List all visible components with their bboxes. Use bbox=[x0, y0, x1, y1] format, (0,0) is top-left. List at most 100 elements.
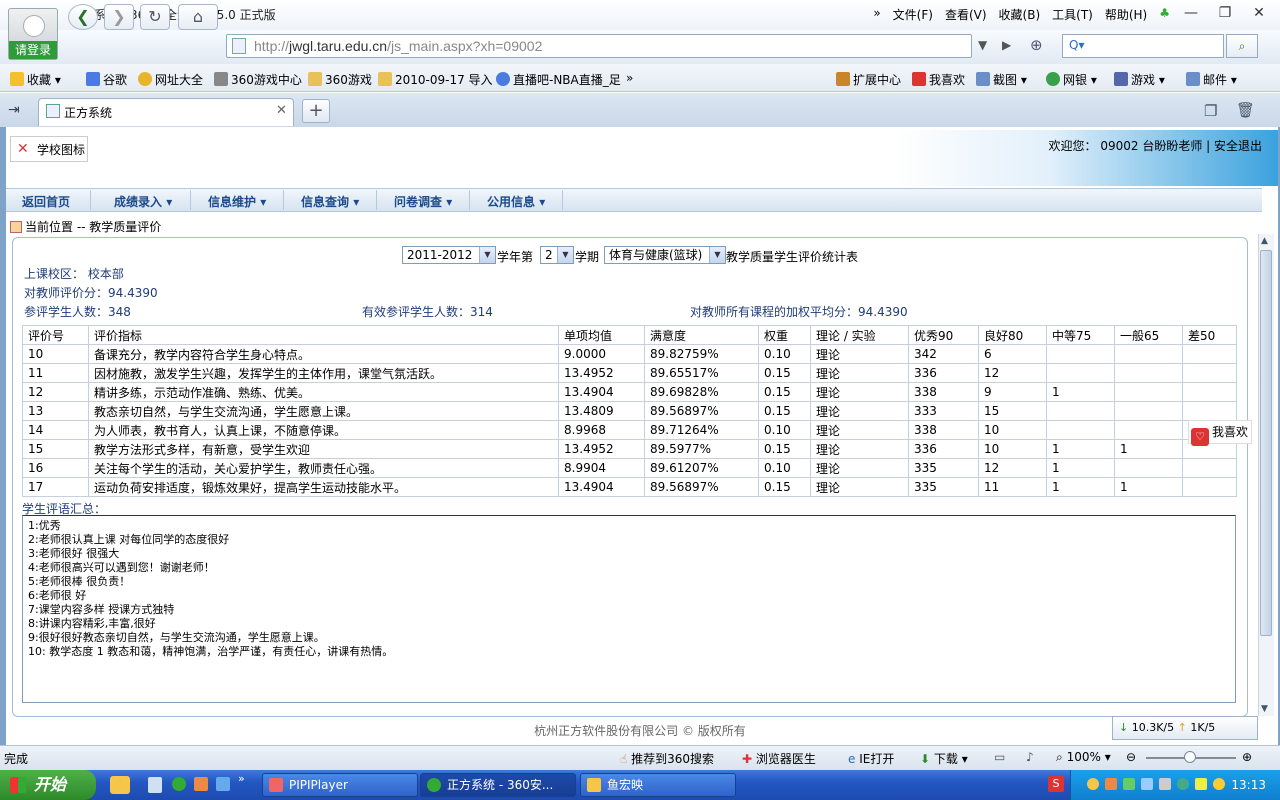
home-icon[interactable]: ⌂ bbox=[178, 4, 218, 30]
tray-icon[interactable] bbox=[1105, 778, 1117, 790]
quicklaunch-icon[interactable] bbox=[216, 777, 230, 791]
like-button[interactable]: 我喜欢 bbox=[912, 71, 965, 88]
course-select[interactable]: 体育与健康(篮球) ▼ bbox=[604, 246, 726, 264]
open-in-ie[interactable]: e IE打开 bbox=[848, 750, 894, 767]
url-dropdown-icon[interactable]: ▼ bbox=[978, 38, 987, 52]
screenshot-button[interactable]: 截图 ▾ bbox=[976, 71, 1027, 88]
zoom-slider-handle[interactable] bbox=[1184, 751, 1196, 763]
taskbar-item-active[interactable]: 正方系统 - 360安... bbox=[420, 773, 576, 797]
quicklaunch-icon[interactable] bbox=[110, 776, 130, 794]
favorites-menu[interactable]: 收藏 ▾ bbox=[10, 71, 61, 88]
volume-icon[interactable]: ♪ bbox=[1026, 750, 1034, 764]
comments-textarea[interactable]: 1:优秀 2:老师很认真上课 对每位同学的态度很好 3:老师很好 很强大 4:老师很高… bbox=[22, 515, 1236, 703]
mail-button[interactable]: 邮件 ▾ bbox=[1186, 71, 1237, 88]
zoom-out-icon[interactable]: ⊖ bbox=[1126, 750, 1136, 764]
menu-help[interactable]: 帮助(H) bbox=[1105, 6, 1147, 23]
fav-zhibo8[interactable]: 直播吧-NBA直播_足 bbox=[496, 71, 621, 88]
tray-icon[interactable] bbox=[1087, 778, 1099, 790]
report-title: 教学质量学生评价统计表 bbox=[726, 250, 859, 264]
scrollbar-thumb[interactable] bbox=[1260, 250, 1272, 636]
close-icon[interactable]: ✕ bbox=[1242, 2, 1276, 24]
table-cell: 9 bbox=[978, 382, 1047, 402]
search-input[interactable]: Q▾ bbox=[1062, 34, 1224, 58]
download-arrow-icon: ↓ bbox=[1119, 721, 1129, 734]
taskbar-item[interactable]: PIPIPlayer bbox=[262, 773, 418, 797]
user-avatar[interactable]: 请登录 bbox=[8, 8, 58, 60]
minimize-icon[interactable]: — bbox=[1174, 2, 1208, 24]
zoom-in-icon[interactable]: ⊕ bbox=[1242, 750, 1252, 764]
forward-icon[interactable]: ❯ bbox=[104, 4, 134, 30]
scroll-down-icon[interactable]: ▼ bbox=[1261, 704, 1268, 714]
games-button[interactable]: 游戏 ▾ bbox=[1114, 71, 1165, 88]
tray-icon[interactable] bbox=[1159, 778, 1171, 790]
term-select[interactable]: 2 ▼ bbox=[540, 246, 574, 264]
chevron-down-icon: ▼ bbox=[709, 247, 725, 263]
fav-google[interactable]: 谷歌 bbox=[86, 71, 127, 88]
skin-icon[interactable]: ♣ bbox=[1159, 6, 1170, 23]
tray-icon[interactable] bbox=[1177, 778, 1189, 790]
fav-360-games-center[interactable]: 360游戏中心 bbox=[214, 71, 302, 88]
menu-favorites[interactable]: 收藏(B) bbox=[999, 6, 1041, 23]
favorites-more-icon[interactable]: » bbox=[626, 71, 633, 85]
quicklaunch-more-icon[interactable]: » bbox=[238, 772, 245, 785]
menu-tools[interactable]: 工具(T) bbox=[1052, 6, 1093, 23]
ext-center-button[interactable]: 扩展中心 bbox=[836, 71, 901, 88]
table-cell bbox=[1046, 401, 1115, 421]
menu-view[interactable]: 查看(V) bbox=[945, 6, 987, 23]
table-cell: 8.9904 bbox=[558, 458, 645, 478]
new-tab-icon[interactable]: + bbox=[302, 99, 330, 123]
tab-label[interactable]: 正方系统 bbox=[64, 104, 112, 121]
back-icon[interactable]: ❮ bbox=[68, 4, 98, 30]
fav-folder-import[interactable]: 2010-09-17 导入 bbox=[378, 71, 493, 88]
search-icon[interactable]: ⌕ bbox=[1226, 34, 1258, 58]
nav-info-query[interactable]: 信息查询 ▾ bbox=[301, 193, 359, 210]
nav-public-info[interactable]: 公用信息 ▾ bbox=[487, 193, 545, 210]
input-method-icon[interactable]: S bbox=[1048, 776, 1064, 792]
menu-more-icon[interactable]: » bbox=[873, 6, 880, 23]
start-button[interactable]: 开始 bbox=[0, 770, 96, 800]
tray-icon[interactable] bbox=[1123, 778, 1135, 790]
tab-close-icon[interactable]: ✕ bbox=[276, 103, 287, 118]
scroll-up-icon[interactable]: ▲ bbox=[1261, 236, 1268, 246]
quicklaunch-icon[interactable] bbox=[172, 777, 186, 791]
table-cell bbox=[1046, 420, 1115, 440]
tray-icon[interactable] bbox=[1213, 778, 1225, 790]
table-row: 14 为人师表，教书育人，认真上课，不随意停课。 8.9968 89.71264% 0.… bbox=[22, 420, 1237, 440]
table-cell: 1 bbox=[1046, 382, 1115, 402]
login-button[interactable]: 请登录 bbox=[9, 41, 57, 59]
year-select[interactable]: 2011-2012 ▼ bbox=[402, 246, 496, 264]
nav-survey[interactable]: 问卷调查 ▾ bbox=[394, 193, 452, 210]
search-engine-icon[interactable]: Q▾ bbox=[1069, 38, 1084, 52]
sidebar-toggle-icon[interactable]: ⇥ bbox=[8, 102, 20, 118]
maximize-icon[interactable]: ❐ bbox=[1208, 2, 1242, 24]
browser-doctor[interactable]: ✚ 浏览器医生 bbox=[742, 750, 816, 767]
menu-file[interactable]: 文件(F) bbox=[893, 6, 933, 23]
nav-home[interactable]: 返回首页 bbox=[22, 193, 70, 210]
downloads[interactable]: ⬇ 下载 ▾ bbox=[920, 750, 968, 767]
page-footer: 杭州正方软件股份有限公司 © 版权所有 bbox=[534, 724, 746, 738]
quicklaunch-icon[interactable] bbox=[148, 777, 162, 793]
go-icon[interactable]: ▶ bbox=[1002, 38, 1011, 52]
fav-folder-360-games[interactable]: 360游戏 bbox=[308, 71, 372, 88]
quicklaunch-icon[interactable] bbox=[194, 777, 208, 791]
table-cell: 11 bbox=[22, 363, 89, 383]
refresh-icon[interactable]: ↻ bbox=[140, 4, 170, 30]
nav-info-maintenance[interactable]: 信息维护 ▾ bbox=[208, 193, 266, 210]
fav-site-nav[interactable]: 网址大全 bbox=[138, 71, 203, 88]
tray-icon[interactable] bbox=[1195, 778, 1207, 790]
window-icon[interactable]: ▭ bbox=[994, 750, 1005, 764]
taskbar-item[interactable]: 鱼宏映 bbox=[580, 773, 736, 797]
trash-icon[interactable]: 🗑 bbox=[1236, 101, 1255, 119]
shield-icon[interactable]: ⊕ bbox=[1030, 36, 1043, 54]
bank-button[interactable]: 网银 ▾ bbox=[1046, 71, 1097, 88]
url-text[interactable]: http://jwgl.taru.edu.cn/js_main.aspx?xh=… bbox=[254, 38, 542, 54]
table-cell: 备课充分，教学内容符合学生身心特点。 bbox=[88, 344, 559, 364]
floating-like-button[interactable]: ♡ 我喜欢 bbox=[1188, 420, 1252, 446]
column-header: 良好80 bbox=[978, 325, 1047, 345]
recommend-360-search[interactable]: ☝ 推荐到360搜索 bbox=[620, 750, 714, 767]
nav-grade-entry[interactable]: 成绩录入 ▾ bbox=[114, 193, 172, 210]
welcome-text[interactable]: 欢迎您： 09002 台盼盼老师 | 安全退出 bbox=[1049, 137, 1262, 154]
zoom-level[interactable]: ⌕ 100% ▾ bbox=[1056, 750, 1111, 765]
tray-icon[interactable] bbox=[1141, 778, 1153, 790]
restore-tabs-icon[interactable]: ❐ bbox=[1204, 102, 1217, 120]
